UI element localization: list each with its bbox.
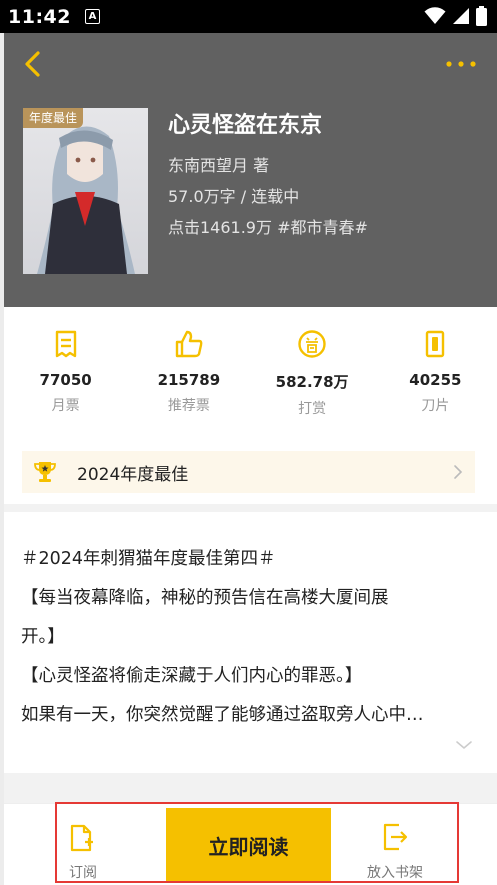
stat-label: 打赏 <box>298 401 327 417</box>
reward-icon <box>298 330 326 358</box>
expand-chevron-icon[interactable] <box>455 739 473 751</box>
stats-row: 77050 月票 215789 推荐票 582.78万 打赏 40255 刀片 <box>4 329 497 425</box>
add-to-shelf-button[interactable]: 放入书架 <box>331 804 459 885</box>
blade-icon <box>426 330 445 358</box>
book-cover[interactable]: 年度最佳 <box>23 108 148 274</box>
stat-value: 215789 <box>157 371 221 389</box>
stat-value: 40255 <box>409 371 462 389</box>
status-bar: 11:42 A <box>0 0 497 33</box>
notification-icon: A <box>84 9 100 24</box>
book-word-count: 57.0万字 / 连载中 <box>168 187 300 206</box>
stat-blade[interactable]: 40255 刀片 <box>374 329 497 425</box>
signal-icon <box>453 8 469 24</box>
award-bar[interactable]: 2024年度最佳 <box>22 451 475 493</box>
synopsis-line: 如果有一天，你突然觉醒了能够通过盗取旁人心中… <box>21 705 424 725</box>
book-title: 心灵怪盗在东京 <box>168 113 323 138</box>
chevron-right-icon <box>454 465 463 479</box>
stat-value: 582.78万 <box>275 373 349 391</box>
add-to-shelf-icon <box>383 823 408 851</box>
cover-badge: 年度最佳 <box>23 108 84 128</box>
battery-icon <box>476 6 487 26</box>
subscribe-icon <box>70 824 93 852</box>
book-header: 年度最佳 心灵怪盗在东京 东南西望月 著 57.0万字 / 连载中 点击1461… <box>4 33 497 307</box>
stat-reward[interactable]: 582.78万 打赏 <box>251 329 374 425</box>
stat-label: 月票 <box>51 398 80 414</box>
stat-recommend[interactable]: 215789 推荐票 <box>127 329 250 425</box>
synopsis-line: 开。】 <box>21 627 65 647</box>
section-divider <box>4 773 497 803</box>
more-dots-icon <box>446 61 476 67</box>
book-detail-page: 年度最佳 心灵怪盗在东京 东南西望月 著 57.0万字 / 连载中 点击1461… <box>4 33 497 885</box>
synopsis-line: 【心灵怪盗将偷走深藏于人们内心的罪恶。】 <box>21 666 363 686</box>
stat-label: 推荐票 <box>167 398 210 414</box>
award-text: 2024年度最佳 <box>77 464 189 485</box>
read-now-button[interactable]: 立即阅读 <box>166 808 331 882</box>
back-button[interactable] <box>20 49 46 79</box>
book-author: 东南西望月 著 <box>168 156 270 175</box>
synopsis-line: ＃2024年刺猬猫年度最佳第四＃ <box>21 549 276 569</box>
more-button[interactable] <box>445 55 477 73</box>
book-clicks-tag: 点击1461.9万 #都市青春# <box>168 218 368 237</box>
status-time: 11:42 <box>8 5 71 28</box>
stat-label: 刀片 <box>421 398 450 414</box>
chevron-left-icon <box>25 51 40 77</box>
stat-monthly-ticket[interactable]: 77050 月票 <box>4 329 127 425</box>
cover-illustration <box>37 126 135 274</box>
stat-value: 77050 <box>39 371 92 389</box>
bottom-action-bar: 订阅 立即阅读 放入书架 <box>4 803 497 885</box>
synopsis-line: 【每当夜幕降临，神秘的预告信在高楼大厦间展 <box>21 588 389 608</box>
subscribe-label: 订阅 <box>69 865 97 881</box>
status-icons <box>424 6 487 26</box>
add-to-shelf-label: 放入书架 <box>367 865 423 881</box>
section-divider <box>4 504 497 512</box>
subscribe-button[interactable]: 订阅 <box>55 804 166 885</box>
wifi-icon <box>424 7 446 24</box>
monthly-ticket-icon <box>55 330 76 358</box>
trophy-icon <box>34 462 56 482</box>
thumbs-up-icon <box>175 330 203 358</box>
